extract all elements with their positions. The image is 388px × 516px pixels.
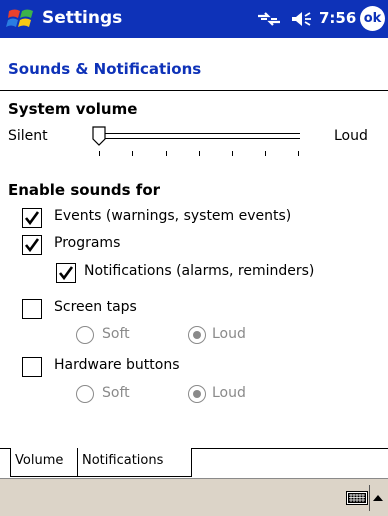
notifications-checkbox[interactable] [56, 263, 76, 283]
hardware-buttons-loud-label[interactable]: Loud [212, 385, 246, 401]
slider-tick [132, 151, 133, 156]
app-title: Settings [42, 8, 123, 28]
screen-taps-soft-radio[interactable] [76, 326, 94, 344]
tab-volume-label: Volume [15, 453, 64, 468]
tab-notifications-label: Notifications [82, 453, 164, 468]
page-title: Sounds & Notifications [8, 60, 202, 78]
programs-checkbox[interactable] [22, 235, 42, 255]
slider-tick [232, 151, 233, 156]
sip-separator [369, 485, 370, 511]
volume-max-label: Loud [334, 128, 368, 144]
slider-tick [265, 151, 266, 156]
screen-taps-soft-label[interactable]: Soft [102, 326, 130, 342]
tab-volume[interactable]: Volume [10, 448, 78, 477]
radio-selected-dot [193, 390, 201, 398]
volume-slider-track[interactable] [96, 133, 300, 139]
header-divider [0, 90, 388, 91]
slider-tick [166, 151, 167, 156]
screen-taps-loud-radio[interactable] [188, 326, 206, 344]
volume-min-label: Silent [8, 128, 48, 144]
events-checkbox[interactable] [22, 208, 42, 228]
keyboard-icon[interactable] [346, 491, 368, 505]
notifications-label[interactable]: Notifications (alarms, reminders) [84, 263, 314, 279]
hardware-buttons-loud-radio[interactable] [188, 385, 206, 403]
bottom-command-bar [0, 478, 388, 516]
hardware-buttons-soft-radio[interactable] [76, 385, 94, 403]
slider-tick [99, 151, 100, 156]
radio-selected-dot [193, 331, 201, 339]
events-label[interactable]: Events (warnings, system events) [54, 208, 291, 224]
check-icon [24, 211, 40, 226]
screen-taps-loud-label[interactable]: Loud [212, 326, 246, 342]
tab-notifications[interactable]: Notifications [78, 448, 192, 477]
chevron-up-icon[interactable] [372, 493, 384, 503]
volume-icon[interactable] [290, 10, 314, 28]
check-icon [58, 266, 74, 281]
screen-taps-checkbox[interactable] [22, 299, 42, 319]
sounds-section-title: Enable sounds for [8, 181, 161, 199]
ok-button[interactable]: ok [360, 6, 385, 31]
screen-taps-label[interactable]: Screen taps [54, 299, 137, 315]
hardware-buttons-checkbox[interactable] [22, 357, 42, 377]
programs-label[interactable]: Programs [54, 235, 120, 251]
connectivity-icon[interactable] [256, 10, 282, 28]
volume-slider-thumb[interactable] [92, 126, 106, 146]
title-bar: Settings 7:56 ok [0, 0, 388, 38]
start-menu-icon[interactable] [6, 5, 36, 33]
slider-tick [199, 151, 200, 156]
slider-tick [298, 151, 299, 156]
clock[interactable]: 7:56 [319, 9, 356, 27]
volume-section-title: System volume [8, 100, 138, 118]
check-icon [24, 238, 40, 253]
hardware-buttons-label[interactable]: Hardware buttons [54, 357, 180, 373]
hardware-buttons-soft-label[interactable]: Soft [102, 385, 130, 401]
